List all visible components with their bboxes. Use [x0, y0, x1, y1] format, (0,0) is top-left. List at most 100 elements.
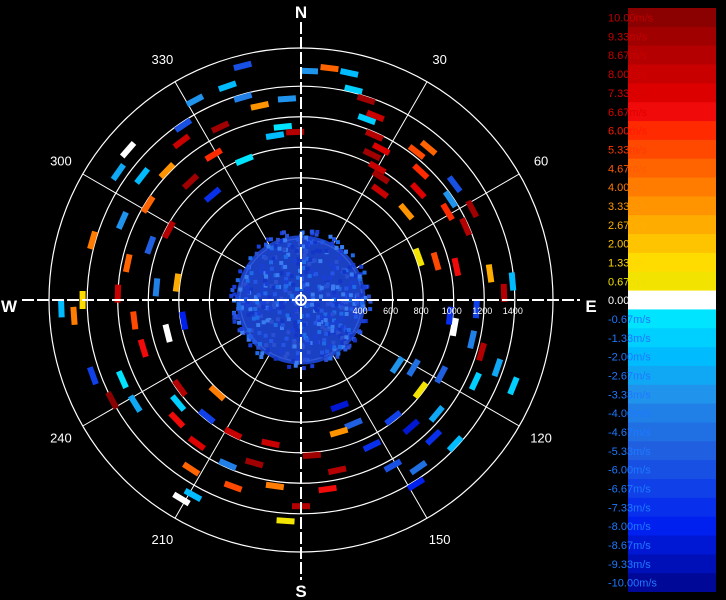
velocity-gate: [329, 426, 349, 438]
clutter-pixel: [320, 240, 325, 245]
range-label: 1000: [442, 306, 462, 316]
clutter-pixel: [330, 241, 335, 246]
clutter-pixel: [317, 322, 322, 327]
clutter-pixel: [248, 343, 253, 348]
velocity-gate: [485, 264, 495, 283]
clutter-pixel: [315, 308, 320, 313]
velocity-gate: [299, 67, 319, 75]
clutter-pixel: [282, 247, 287, 252]
bearing-spoke: [82, 173, 249, 270]
velocity-gate: [402, 418, 420, 435]
clutter-pixel: [294, 248, 299, 253]
clutter-pixel: [249, 271, 254, 276]
velocity-gate: [110, 163, 126, 182]
south-label: S: [295, 582, 306, 600]
clutter-pixel: [273, 356, 278, 361]
bearing-spoke: [82, 330, 249, 427]
clutter-pixel: [336, 351, 341, 356]
velocity-gate: [265, 481, 285, 491]
clutter-pixel: [328, 356, 333, 361]
clutter-pixel: [340, 317, 345, 322]
east-label: E: [585, 297, 596, 316]
clutter-pixel: [231, 311, 236, 316]
range-label: 400: [353, 306, 368, 316]
clutter-pixel: [264, 274, 269, 279]
clutter-pixel: [368, 307, 373, 312]
clutter-pixel: [283, 288, 288, 293]
clutter-pixel: [294, 333, 299, 338]
west-label: W: [1, 297, 18, 316]
bearing-label: 150: [429, 532, 451, 547]
clutter-pixel: [316, 314, 321, 319]
clutter-pixel: [284, 336, 289, 341]
clutter-pixel: [306, 350, 311, 355]
clutter-pixel: [359, 293, 364, 298]
clutter-pixel: [255, 315, 260, 320]
clutter-pixel: [277, 310, 282, 315]
clutter-pixel: [347, 285, 352, 290]
clutter-pixel: [321, 274, 326, 279]
clutter-pixel: [259, 354, 264, 359]
clutter-pixel: [292, 258, 297, 263]
clutter-pixel: [292, 344, 297, 349]
clutter-pixel: [263, 278, 268, 283]
clutter-pixel: [330, 286, 335, 291]
velocity-gate: [465, 199, 480, 219]
colorbar-label: 7.33m/s: [608, 88, 648, 100]
velocity-gate: [127, 394, 143, 413]
colorbar-label: 6.67m/s: [608, 107, 648, 119]
clutter-pixel: [284, 280, 289, 285]
clutter-pixel: [343, 249, 348, 254]
clutter-pixel: [269, 266, 274, 271]
clutter-pixel: [332, 266, 337, 271]
range-label: 800: [414, 306, 429, 316]
clutter-pixel: [238, 287, 243, 292]
clutter-pixel: [291, 282, 296, 287]
clutter-pixel: [253, 306, 258, 311]
clutter-pixel: [348, 293, 353, 298]
clutter-pixel: [290, 328, 295, 333]
clutter-pixel: [346, 327, 351, 332]
clutter-pixel: [289, 274, 294, 279]
clutter-pixel: [324, 331, 329, 336]
clutter-pixel: [235, 294, 240, 299]
clutter-pixel: [278, 349, 283, 354]
bearing-label: 60: [534, 153, 548, 168]
clutter-pixel: [232, 284, 237, 289]
bearing-label: 300: [50, 153, 72, 168]
clutter-pixel: [344, 306, 349, 311]
velocity-gate: [130, 311, 139, 330]
clutter-pixel: [314, 248, 319, 253]
clutter-pixel: [351, 263, 356, 268]
clutter-pixel: [266, 244, 271, 249]
clutter-pixel: [355, 292, 360, 297]
clutter-pixel: [283, 238, 288, 243]
velocity-gate: [508, 272, 517, 291]
clutter-pixel: [256, 323, 261, 328]
velocity-gate: [384, 410, 403, 426]
colorbar-label: -4.67m/s: [608, 427, 651, 439]
clutter-pixel: [347, 265, 352, 270]
colorbar-label: -6.67m/s: [608, 484, 651, 496]
velocity-gate: [467, 330, 478, 349]
clutter-pixel: [235, 278, 240, 283]
colorbar-label: -0.67m/s: [608, 314, 651, 326]
velocity-gate: [320, 63, 339, 73]
clutter-pixel: [264, 281, 269, 286]
clutter-pixel: [329, 262, 334, 267]
velocity-gate: [327, 465, 347, 476]
range-labels: 400 600 800 1000 1200 1400: [353, 306, 523, 316]
clutter-pixel: [315, 229, 320, 234]
velocity-gate: [244, 457, 264, 469]
radial-velocity-ppi-plot: N E S W 30 60 120 150 210 240 300 330 400 600 800…: [1, 3, 597, 600]
velocity-gate: [302, 451, 322, 460]
colorbar-label: 9.33m/s: [608, 31, 648, 43]
clutter-pixel: [295, 287, 300, 292]
velocity-gate: [223, 426, 243, 441]
clutter-pixel: [273, 244, 278, 249]
clutter-pixel: [258, 269, 263, 274]
velocity-gate: [428, 405, 445, 423]
clutter-pixel: [265, 348, 270, 353]
range-label: 600: [383, 306, 398, 316]
clutter-pixel: [284, 233, 289, 238]
